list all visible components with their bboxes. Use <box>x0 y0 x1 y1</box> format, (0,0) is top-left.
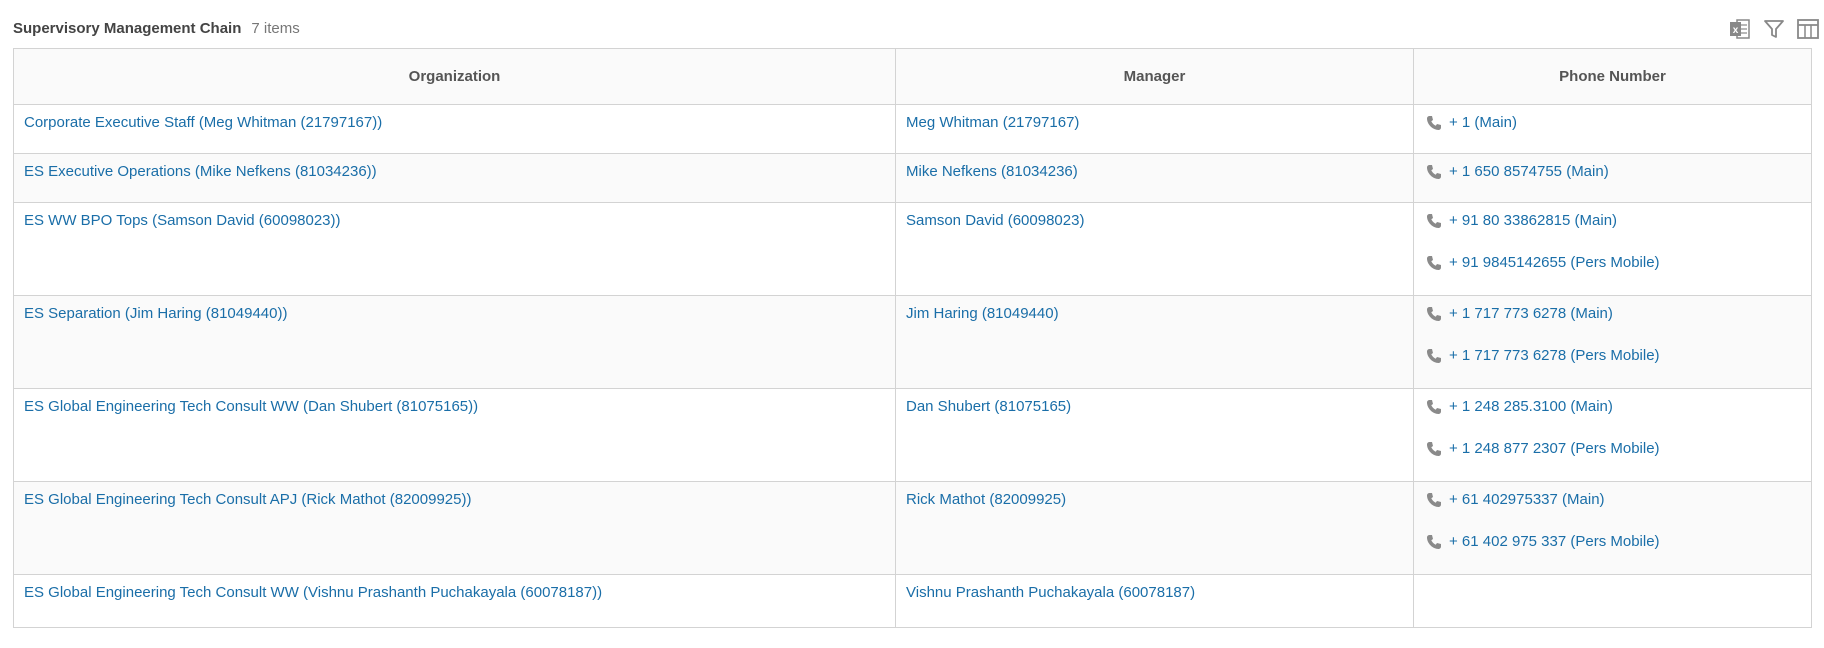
manager-link[interactable]: Meg Whitman (21797167) <box>906 114 1079 131</box>
column-header-phone-number[interactable]: Phone Number <box>1413 48 1812 105</box>
organization-link[interactable]: ES Separation (Jim Haring (81049440)) <box>24 305 287 322</box>
phone-link[interactable]: + 1 717 773 6278 (Pers Mobile) <box>1449 346 1660 366</box>
manager-cell: Jim Haring (81049440) <box>895 295 1414 389</box>
phone-cell: + 1 248 285.3100 (Main) + 1 248 877 2307… <box>1413 388 1812 482</box>
phone-icon <box>1424 533 1443 551</box>
item-count: 7 items <box>251 20 300 37</box>
phone-cell <box>1413 574 1812 628</box>
organization-cell: ES Global Engineering Tech Consult WW (V… <box>13 574 896 628</box>
excel-export-icon[interactable]: x <box>1728 17 1752 41</box>
phone-link[interactable]: + 91 80 33862815 (Main) <box>1449 211 1617 231</box>
organization-cell: ES WW BPO Tops (Samson David (60098023)) <box>13 202 896 296</box>
manager-link[interactable]: Rick Mathot (82009925) <box>906 491 1066 508</box>
phone-entry: + 1 717 773 6278 (Pers Mobile) <box>1424 346 1801 366</box>
grid-toolbar: x <box>1728 17 1820 41</box>
phone-cell: + 1 (Main) <box>1413 104 1812 154</box>
table-row: ES Separation (Jim Haring (81049440)) Ji… <box>13 295 1812 389</box>
grid-header: Supervisory Management Chain 7 items <box>13 20 300 37</box>
organization-cell: Corporate Executive Staff (Meg Whitman (… <box>13 104 896 154</box>
table-row: ES Executive Operations (Mike Nefkens (8… <box>13 153 1812 203</box>
organization-link[interactable]: ES Global Engineering Tech Consult WW (D… <box>24 398 478 415</box>
manager-link[interactable]: Mike Nefkens (81034236) <box>906 163 1078 180</box>
organization-link[interactable]: ES Executive Operations (Mike Nefkens (8… <box>24 163 377 180</box>
phone-link[interactable]: + 1 650 8574755 (Main) <box>1449 162 1609 182</box>
phone-entry: + 1 (Main) <box>1424 113 1801 133</box>
table-row: ES Global Engineering Tech Consult WW (V… <box>13 574 1812 628</box>
manager-cell: Meg Whitman (21797167) <box>895 104 1414 154</box>
svg-text:x: x <box>1733 25 1739 36</box>
phone-cell: + 61 402975337 (Main) + 61 402 975 337 (… <box>1413 481 1812 575</box>
phone-link[interactable]: + 1 (Main) <box>1449 113 1517 133</box>
manager-cell: Samson David (60098023) <box>895 202 1414 296</box>
manager-cell: Dan Shubert (81075165) <box>895 388 1414 482</box>
phone-icon <box>1424 163 1443 181</box>
organization-cell: ES Global Engineering Tech Consult APJ (… <box>13 481 896 575</box>
column-header-manager[interactable]: Manager <box>895 48 1414 105</box>
organization-link[interactable]: ES Global Engineering Tech Consult WW (V… <box>24 584 602 601</box>
table-row: ES WW BPO Tops (Samson David (60098023))… <box>13 202 1812 296</box>
phone-entry: + 91 9845142655 (Pers Mobile) <box>1424 253 1801 273</box>
columns-icon[interactable] <box>1796 17 1820 41</box>
phone-entry: + 1 248 285.3100 (Main) <box>1424 397 1801 417</box>
phone-link[interactable]: + 1 248 877 2307 (Pers Mobile) <box>1449 439 1660 459</box>
filter-icon[interactable] <box>1762 17 1786 41</box>
manager-link[interactable]: Dan Shubert (81075165) <box>906 398 1071 415</box>
phone-link[interactable]: + 1 717 773 6278 (Main) <box>1449 304 1613 324</box>
manager-link[interactable]: Samson David (60098023) <box>906 212 1084 229</box>
manager-link[interactable]: Jim Haring (81049440) <box>906 305 1059 322</box>
phone-icon <box>1424 491 1443 509</box>
phone-entry: + 1 717 773 6278 (Main) <box>1424 304 1801 324</box>
phone-link[interactable]: + 91 9845142655 (Pers Mobile) <box>1449 253 1660 273</box>
table-row: ES Global Engineering Tech Consult APJ (… <box>13 481 1812 575</box>
organization-cell: ES Global Engineering Tech Consult WW (D… <box>13 388 896 482</box>
phone-cell: + 1 717 773 6278 (Main) + 1 717 773 6278… <box>1413 295 1812 389</box>
organization-cell: ES Separation (Jim Haring (81049440)) <box>13 295 896 389</box>
phone-entry: + 1 650 8574755 (Main) <box>1424 162 1801 182</box>
management-chain-table: Organization Manager Phone Number Corpor… <box>13 48 1812 628</box>
organization-link[interactable]: ES Global Engineering Tech Consult APJ (… <box>24 491 471 508</box>
phone-entry: + 91 80 33862815 (Main) <box>1424 211 1801 231</box>
column-header-organization[interactable]: Organization <box>13 48 896 105</box>
organization-link[interactable]: Corporate Executive Staff (Meg Whitman (… <box>24 114 382 131</box>
phone-icon <box>1424 114 1443 132</box>
phone-entry: + 61 402975337 (Main) <box>1424 490 1801 510</box>
phone-icon <box>1424 212 1443 230</box>
grid-title: Supervisory Management Chain <box>13 20 242 37</box>
phone-entry: + 1 248 877 2307 (Pers Mobile) <box>1424 439 1801 459</box>
phone-link[interactable]: + 1 248 285.3100 (Main) <box>1449 397 1613 417</box>
manager-cell: Mike Nefkens (81034236) <box>895 153 1414 203</box>
organization-cell: ES Executive Operations (Mike Nefkens (8… <box>13 153 896 203</box>
phone-entry: + 61 402 975 337 (Pers Mobile) <box>1424 532 1801 552</box>
phone-link[interactable]: + 61 402975337 (Main) <box>1449 490 1605 510</box>
phone-icon <box>1424 398 1443 416</box>
table-row: Corporate Executive Staff (Meg Whitman (… <box>13 104 1812 154</box>
phone-icon <box>1424 305 1443 323</box>
manager-cell: Vishnu Prashanth Puchakayala (60078187) <box>895 574 1414 628</box>
phone-link[interactable]: + 61 402 975 337 (Pers Mobile) <box>1449 532 1660 552</box>
phone-cell: + 91 80 33862815 (Main) + 91 9845142655 … <box>1413 202 1812 296</box>
table-header-row: Organization Manager Phone Number <box>13 48 1812 105</box>
manager-link[interactable]: Vishnu Prashanth Puchakayala (60078187) <box>906 584 1195 601</box>
supervisory-management-chain-panel: Supervisory Management Chain 7 items x O… <box>0 0 1824 648</box>
organization-link[interactable]: ES WW BPO Tops (Samson David (60098023)) <box>24 212 341 229</box>
table-row: ES Global Engineering Tech Consult WW (D… <box>13 388 1812 482</box>
phone-icon <box>1424 347 1443 365</box>
phone-icon <box>1424 254 1443 272</box>
phone-icon <box>1424 440 1443 458</box>
phone-cell: + 1 650 8574755 (Main) <box>1413 153 1812 203</box>
manager-cell: Rick Mathot (82009925) <box>895 481 1414 575</box>
